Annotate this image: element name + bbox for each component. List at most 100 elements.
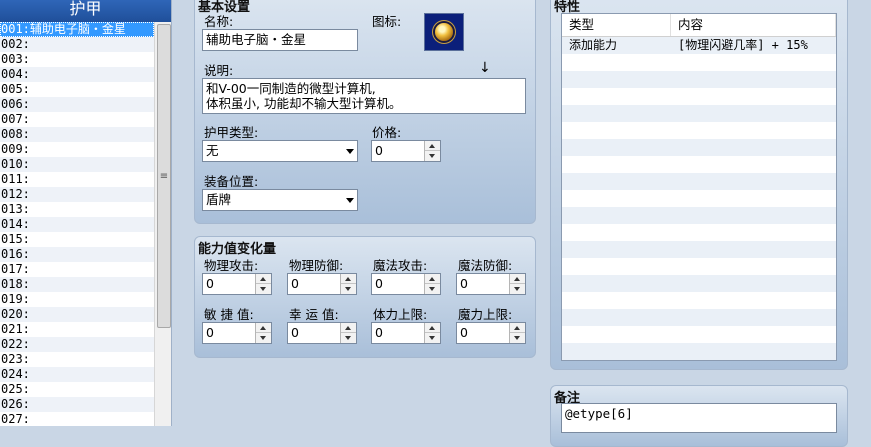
column-header-content[interactable]: 内容 — [671, 14, 836, 36]
spin-up-icon[interactable] — [425, 323, 440, 333]
table-row[interactable] — [562, 309, 836, 326]
table-row[interactable] — [562, 275, 836, 292]
spin-down-icon[interactable] — [510, 284, 525, 294]
list-item[interactable]: 004: — [0, 67, 154, 82]
table-row[interactable] — [562, 88, 836, 105]
table-row[interactable] — [562, 173, 836, 190]
trait-type-cell — [562, 190, 671, 207]
list-item[interactable]: 010: — [0, 157, 154, 172]
panel-splitter[interactable] — [171, 0, 186, 426]
list-item[interactable]: 025: — [0, 382, 154, 397]
list-item[interactable]: 002: — [0, 37, 154, 52]
spin-down-icon[interactable] — [425, 333, 440, 343]
table-row[interactable] — [562, 292, 836, 309]
spin-up-icon[interactable] — [510, 323, 525, 333]
spin-down-icon[interactable] — [341, 284, 356, 294]
list-item[interactable]: 006: — [0, 97, 154, 112]
param-label: 物理防御: — [289, 258, 344, 273]
list-item[interactable]: 009: — [0, 142, 154, 157]
spin-up-icon[interactable] — [510, 274, 525, 284]
table-row[interactable] — [562, 207, 836, 224]
list-header: 护甲 — [0, 0, 171, 22]
trait-content-cell — [671, 292, 836, 309]
list-item[interactable]: 007: — [0, 112, 154, 127]
column-header-type[interactable]: 类型 — [562, 14, 671, 36]
table-row[interactable] — [562, 54, 836, 71]
spin-up-icon[interactable] — [256, 323, 271, 333]
trait-content-cell — [671, 88, 836, 105]
trait-type-cell — [562, 309, 671, 326]
list-item[interactable]: 024: — [0, 367, 154, 382]
list-item[interactable]: 022: — [0, 337, 154, 352]
list-item[interactable]: 021: — [0, 322, 154, 337]
param-stepper[interactable]: 0 — [287, 322, 357, 344]
list-item[interactable]: 019: — [0, 292, 154, 307]
table-row[interactable] — [562, 105, 836, 122]
table-row[interactable] — [562, 190, 836, 207]
param-stepper[interactable]: 0 — [371, 273, 441, 295]
param-stepper[interactable]: 0 — [456, 322, 526, 344]
spin-up-icon[interactable] — [425, 141, 440, 151]
list-item[interactable]: 014: — [0, 217, 154, 232]
trait-content-cell — [671, 54, 836, 71]
description-field[interactable]: 和V-00一同制造的微型计算机, 体积虽小, 功能却不输大型计算机。 — [202, 78, 526, 114]
param-stepper[interactable]: 0 — [371, 322, 441, 344]
list-item[interactable]: 015: — [0, 232, 154, 247]
list-item[interactable]: 016: — [0, 247, 154, 262]
armor-list[interactable]: 001:辅助电子脑・金星 002: 003: 004: 005: 006: 007: 008:… — [0, 22, 154, 426]
table-row[interactable] — [562, 258, 836, 275]
list-item[interactable]: 026: — [0, 397, 154, 412]
table-row[interactable] — [562, 156, 836, 173]
spin-down-icon[interactable] — [256, 284, 271, 294]
table-row[interactable]: 添加能力 [物理闪避几率] + 15% — [562, 37, 836, 54]
scrollbar-thumb[interactable]: ≡ — [157, 24, 171, 328]
list-item[interactable]: 003: — [0, 52, 154, 67]
param-stepper[interactable]: 0 — [287, 273, 357, 295]
param-stepper[interactable]: 0 — [202, 273, 272, 295]
spin-down-icon[interactable] — [256, 333, 271, 343]
spin-down-icon[interactable] — [341, 333, 356, 343]
list-item[interactable]: 018: — [0, 277, 154, 292]
trait-content-cell — [671, 343, 836, 360]
spin-up-icon[interactable] — [341, 274, 356, 284]
list-item[interactable]: 023: — [0, 352, 154, 367]
param-stepper[interactable]: 0 — [456, 273, 526, 295]
list-item[interactable]: 013: — [0, 202, 154, 217]
equip-slot-select[interactable]: 盾牌 — [202, 189, 358, 211]
trait-content-cell — [671, 122, 836, 139]
trait-type-cell — [562, 88, 671, 105]
table-row[interactable] — [562, 326, 836, 343]
list-item[interactable]: 020: — [0, 307, 154, 322]
list-item[interactable]: 001:辅助电子脑・金星 — [0, 22, 154, 37]
list-item[interactable]: 011: — [0, 172, 154, 187]
table-row[interactable] — [562, 122, 836, 139]
icon-label: 图标: — [372, 14, 402, 29]
param-stepper[interactable]: 0 — [202, 322, 272, 344]
spin-up-icon[interactable] — [341, 323, 356, 333]
list-item[interactable]: 027: — [0, 412, 154, 426]
spin-up-icon[interactable] — [425, 274, 440, 284]
name-field[interactable]: 辅助电子脑・金星 — [202, 29, 358, 51]
spin-down-icon[interactable] — [510, 333, 525, 343]
list-item[interactable]: 017: — [0, 262, 154, 277]
spin-down-icon[interactable] — [425, 284, 440, 294]
table-row[interactable] — [562, 139, 836, 156]
list-item[interactable]: 005: — [0, 82, 154, 97]
table-row[interactable] — [562, 71, 836, 88]
trait-content-cell — [671, 156, 836, 173]
trait-type-cell — [562, 258, 671, 275]
table-row[interactable] — [562, 343, 836, 360]
traits-table[interactable]: 类型 内容 添加能力 [物理闪避几率] + 15% — [561, 13, 837, 361]
table-row[interactable] — [562, 241, 836, 258]
armor-type-select[interactable]: 无 — [202, 140, 358, 162]
spin-down-icon[interactable] — [425, 151, 440, 161]
item-icon-button[interactable] — [424, 13, 464, 51]
list-item[interactable]: 008: — [0, 127, 154, 142]
note-field[interactable]: @etype[6] — [561, 403, 837, 433]
list-item[interactable]: 012: — [0, 187, 154, 202]
spin-up-icon[interactable] — [256, 274, 271, 284]
list-scrollbar[interactable]: ≡ — [154, 22, 172, 426]
price-stepper[interactable]: 0 — [371, 140, 441, 162]
table-row[interactable] — [562, 224, 836, 241]
param-label: 魔力上限: — [458, 307, 513, 322]
